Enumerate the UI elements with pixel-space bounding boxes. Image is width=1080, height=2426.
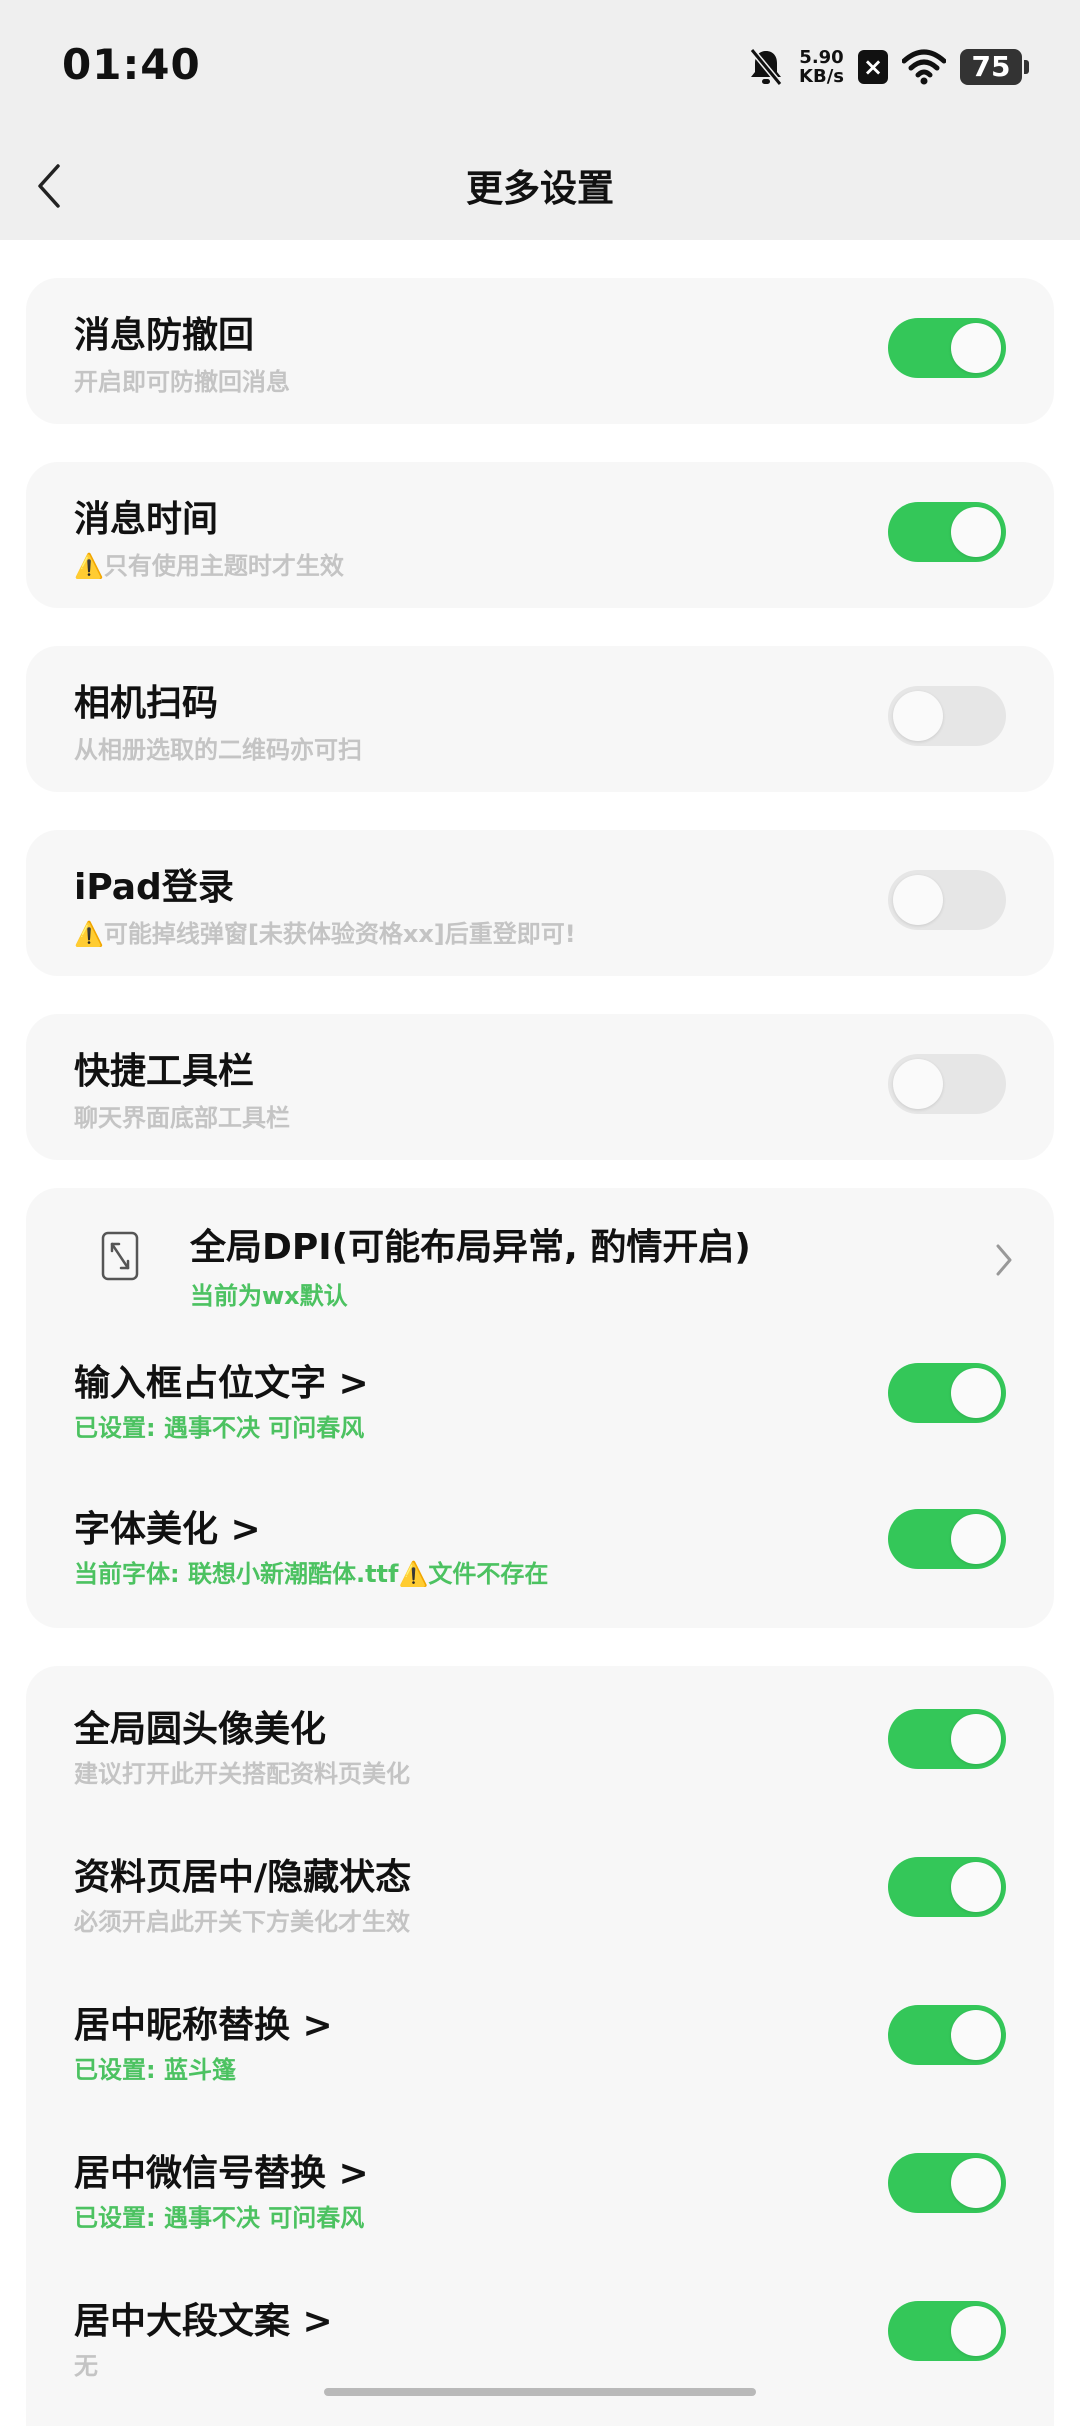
font-beautify-row[interactable]: 字体美化 > 当前字体: 联想小新潮酷体.ttf⚠️文件不存在: [26, 1494, 1054, 1624]
setting-title: 消息防撤回: [74, 315, 255, 356]
bell-mute-icon: [749, 48, 783, 86]
setting-card-camera-scan: 相机扫码 从相册选取的二维码亦可扫: [26, 646, 1054, 792]
font-subtitle: 当前字体: 联想小新潮酷体.ttf⚠️文件不存在: [74, 1560, 549, 1588]
toggle-knob: [893, 1059, 943, 1109]
setting-subtitle: ⚠️可能掉线弹窗[未获体验资格xx]后重登即可!: [74, 920, 576, 948]
camera-scan-toggle[interactable]: [888, 686, 1006, 746]
setting-title: iPad登录: [74, 867, 234, 908]
setting-subtitle: 已设置: 蓝斗篷: [74, 2056, 236, 2084]
battery-level: 75: [971, 50, 1011, 83]
ipad-login-toggle[interactable]: [888, 870, 1006, 930]
nickname-replace-toggle[interactable]: [888, 2005, 1006, 2065]
quick-toolbar-toggle[interactable]: [888, 1054, 1006, 1114]
wifi-icon: [902, 49, 946, 85]
center-paragraph-toggle[interactable]: [888, 2301, 1006, 2361]
setting-subtitle: 开启即可防撤回消息: [74, 368, 290, 396]
setting-title: 全局圆头像美化: [74, 1709, 327, 1750]
toggle-knob: [893, 691, 943, 741]
setting-title: 居中昵称替换 >: [74, 2005, 333, 2046]
wechat-id-replace-row[interactable]: 居中微信号替换 > 已设置: 遇事不决 可问春风: [26, 2138, 1054, 2258]
battery-icon: 75: [960, 49, 1029, 85]
setting-subtitle: ⚠️只有使用主题时才生效: [74, 552, 344, 580]
setting-card-quick-toolbar: 快捷工具栏 聊天界面底部工具栏: [26, 1014, 1054, 1160]
dpi-row[interactable]: 全局DPI(可能布局异常, 酌情开启) 当前为wx默认: [26, 1188, 1054, 1332]
chevron-right-icon: [996, 1244, 1012, 1276]
profile-center-row[interactable]: 资料页居中/隐藏状态 必须开启此开关下方美化才生效: [26, 1842, 1054, 1962]
wechat-id-replace-toggle[interactable]: [888, 2153, 1006, 2213]
status-icons: 5.90 KB/s × 75: [747, 42, 1029, 92]
setting-subtitle: 必须开启此开关下方美化才生效: [74, 1908, 410, 1936]
dpi-subtitle: 当前为wx默认: [190, 1282, 348, 1310]
setting-card-ipad-login: iPad登录 ⚠️可能掉线弹窗[未获体验资格xx]后重登即可!: [26, 830, 1054, 976]
x-app-icon: ×: [858, 50, 888, 84]
setting-subtitle: 从相册选取的二维码亦可扫: [74, 736, 362, 764]
toggle-knob: [951, 1862, 1001, 1912]
resize-icon: [101, 1231, 139, 1281]
net-speed: 5.90 KB/s: [799, 48, 844, 86]
profile-center-toggle[interactable]: [888, 1857, 1006, 1917]
net-speed-value: 5.90: [799, 47, 844, 68]
profile-settings-card: 全局圆头像美化 建议打开此开关搭配资料页美化 资料页居中/隐藏状态 必须开启此开…: [26, 1666, 1054, 2426]
display-settings-card: 全局DPI(可能布局异常, 酌情开启) 当前为wx默认 输入框占位文字 > 已设…: [26, 1188, 1054, 1628]
status-time: 01:40: [62, 40, 201, 89]
font-title: 字体美化 >: [74, 1509, 261, 1550]
setting-subtitle: 已设置: 遇事不决 可问春风: [74, 2204, 365, 2232]
round-avatar-row[interactable]: 全局圆头像美化 建议打开此开关搭配资料页美化: [26, 1694, 1054, 1814]
toggle-knob: [951, 1714, 1001, 1764]
toggle-knob: [893, 875, 943, 925]
placeholder-text-row[interactable]: 输入框占位文字 > 已设置: 遇事不决 可问春风: [26, 1348, 1054, 1478]
setting-subtitle: 建议打开此开关搭配资料页美化: [74, 1760, 410, 1788]
setting-title: 相机扫码: [74, 683, 219, 724]
setting-title: 资料页居中/隐藏状态: [74, 1857, 412, 1898]
net-speed-unit: KB/s: [799, 66, 844, 87]
toggle-knob: [951, 1368, 1001, 1418]
status-bar: 01:40 5.90 KB/s × 75: [0, 0, 1080, 130]
placeholder-title: 输入框占位文字 >: [74, 1363, 369, 1404]
round-avatar-toggle[interactable]: [888, 1709, 1006, 1769]
setting-title: 消息时间: [74, 499, 219, 540]
setting-card-message-time: 消息时间 ⚠️只有使用主题时才生效: [26, 462, 1054, 608]
toggle-knob: [951, 507, 1001, 557]
nickname-replace-row[interactable]: 居中昵称替换 > 已设置: 蓝斗篷: [26, 1990, 1054, 2110]
setting-title: 快捷工具栏: [74, 1051, 255, 1092]
placeholder-toggle[interactable]: [888, 1363, 1006, 1423]
setting-card-anti-recall: 消息防撤回 开启即可防撤回消息: [26, 278, 1054, 424]
setting-title: 居中大段文案 >: [74, 2301, 333, 2342]
toggle-knob: [951, 2010, 1001, 2060]
nav-bar: 更多设置: [0, 130, 1080, 240]
page-title: 更多设置: [466, 167, 614, 210]
setting-subtitle: 无: [74, 2352, 98, 2380]
message-time-toggle[interactable]: [888, 502, 1006, 562]
font-toggle[interactable]: [888, 1509, 1006, 1569]
placeholder-subtitle: 已设置: 遇事不决 可问春风: [74, 1414, 365, 1442]
toggle-knob: [951, 1514, 1001, 1564]
home-indicator[interactable]: [324, 2388, 756, 2396]
anti-recall-toggle[interactable]: [888, 318, 1006, 378]
setting-title: 居中微信号替换 >: [74, 2153, 369, 2194]
dpi-title: 全局DPI(可能布局异常, 酌情开启): [190, 1227, 751, 1268]
toggle-knob: [951, 2158, 1001, 2208]
toggle-knob: [951, 2306, 1001, 2356]
toggle-knob: [951, 323, 1001, 373]
setting-subtitle: 聊天界面底部工具栏: [74, 1104, 290, 1132]
